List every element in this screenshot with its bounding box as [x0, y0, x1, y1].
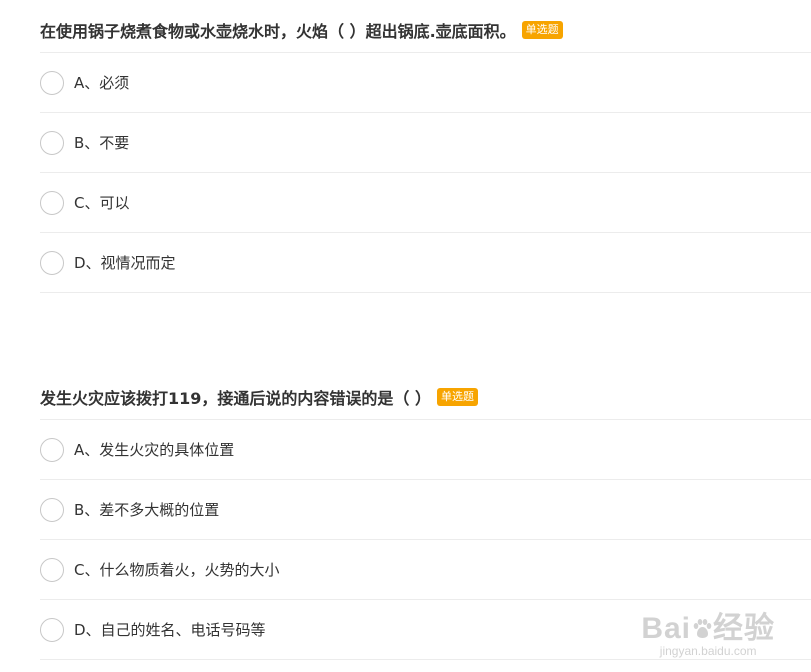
single-choice-badge: 单选题: [521, 21, 563, 39]
option-label: B、差不多大概的位置: [74, 501, 220, 519]
radio-button[interactable]: [40, 70, 64, 95]
option-label: C、可以: [74, 194, 130, 212]
option-d[interactable]: D、视情况而定: [40, 233, 811, 293]
option-d[interactable]: D、自己的姓名、电话号码等: [40, 600, 811, 660]
radio-button[interactable]: [40, 497, 64, 522]
option-label: D、视情况而定: [74, 254, 176, 272]
radio-button[interactable]: [40, 190, 64, 215]
option-label: D、自己的姓名、电话号码等: [74, 621, 266, 639]
radio-button[interactable]: [40, 130, 64, 155]
question-1: 在使用锅子烧煮食物或水壶烧水时，火焰（ ）超出锅底.壶底面积。 单选题 A、必须…: [40, 8, 811, 293]
option-label: C、什么物质着火，火势的大小: [74, 561, 280, 579]
option-a[interactable]: A、发生火灾的具体位置: [40, 420, 811, 480]
question-title: 发生火灾应该拨打119，接通后说的内容错误的是（ ） 单选题: [40, 375, 811, 420]
option-label: B、不要: [74, 134, 130, 152]
option-c[interactable]: C、什么物质着火，火势的大小: [40, 540, 811, 600]
question-title: 在使用锅子烧煮食物或水壶烧水时，火焰（ ）超出锅底.壶底面积。 单选题: [40, 8, 811, 53]
option-b[interactable]: B、差不多大概的位置: [40, 480, 811, 540]
radio-button[interactable]: [40, 250, 64, 275]
question-text: 发生火灾应该拨打119，接通后说的内容错误的是（ ）: [40, 389, 431, 408]
option-a[interactable]: A、必须: [40, 53, 811, 113]
option-label: A、必须: [74, 74, 130, 92]
question-2: 发生火灾应该拨打119，接通后说的内容错误的是（ ） 单选题 A、发生火灾的具体…: [40, 375, 811, 660]
radio-button[interactable]: [40, 437, 64, 462]
question-text: 在使用锅子烧煮食物或水壶烧水时，火焰（ ）超出锅底.壶底面积。: [40, 22, 516, 41]
radio-button[interactable]: [40, 557, 64, 582]
option-c[interactable]: C、可以: [40, 173, 811, 233]
option-b[interactable]: B、不要: [40, 113, 811, 173]
single-choice-badge: 单选题: [436, 388, 478, 406]
option-label: A、发生火灾的具体位置: [74, 441, 235, 459]
radio-button[interactable]: [40, 617, 64, 642]
